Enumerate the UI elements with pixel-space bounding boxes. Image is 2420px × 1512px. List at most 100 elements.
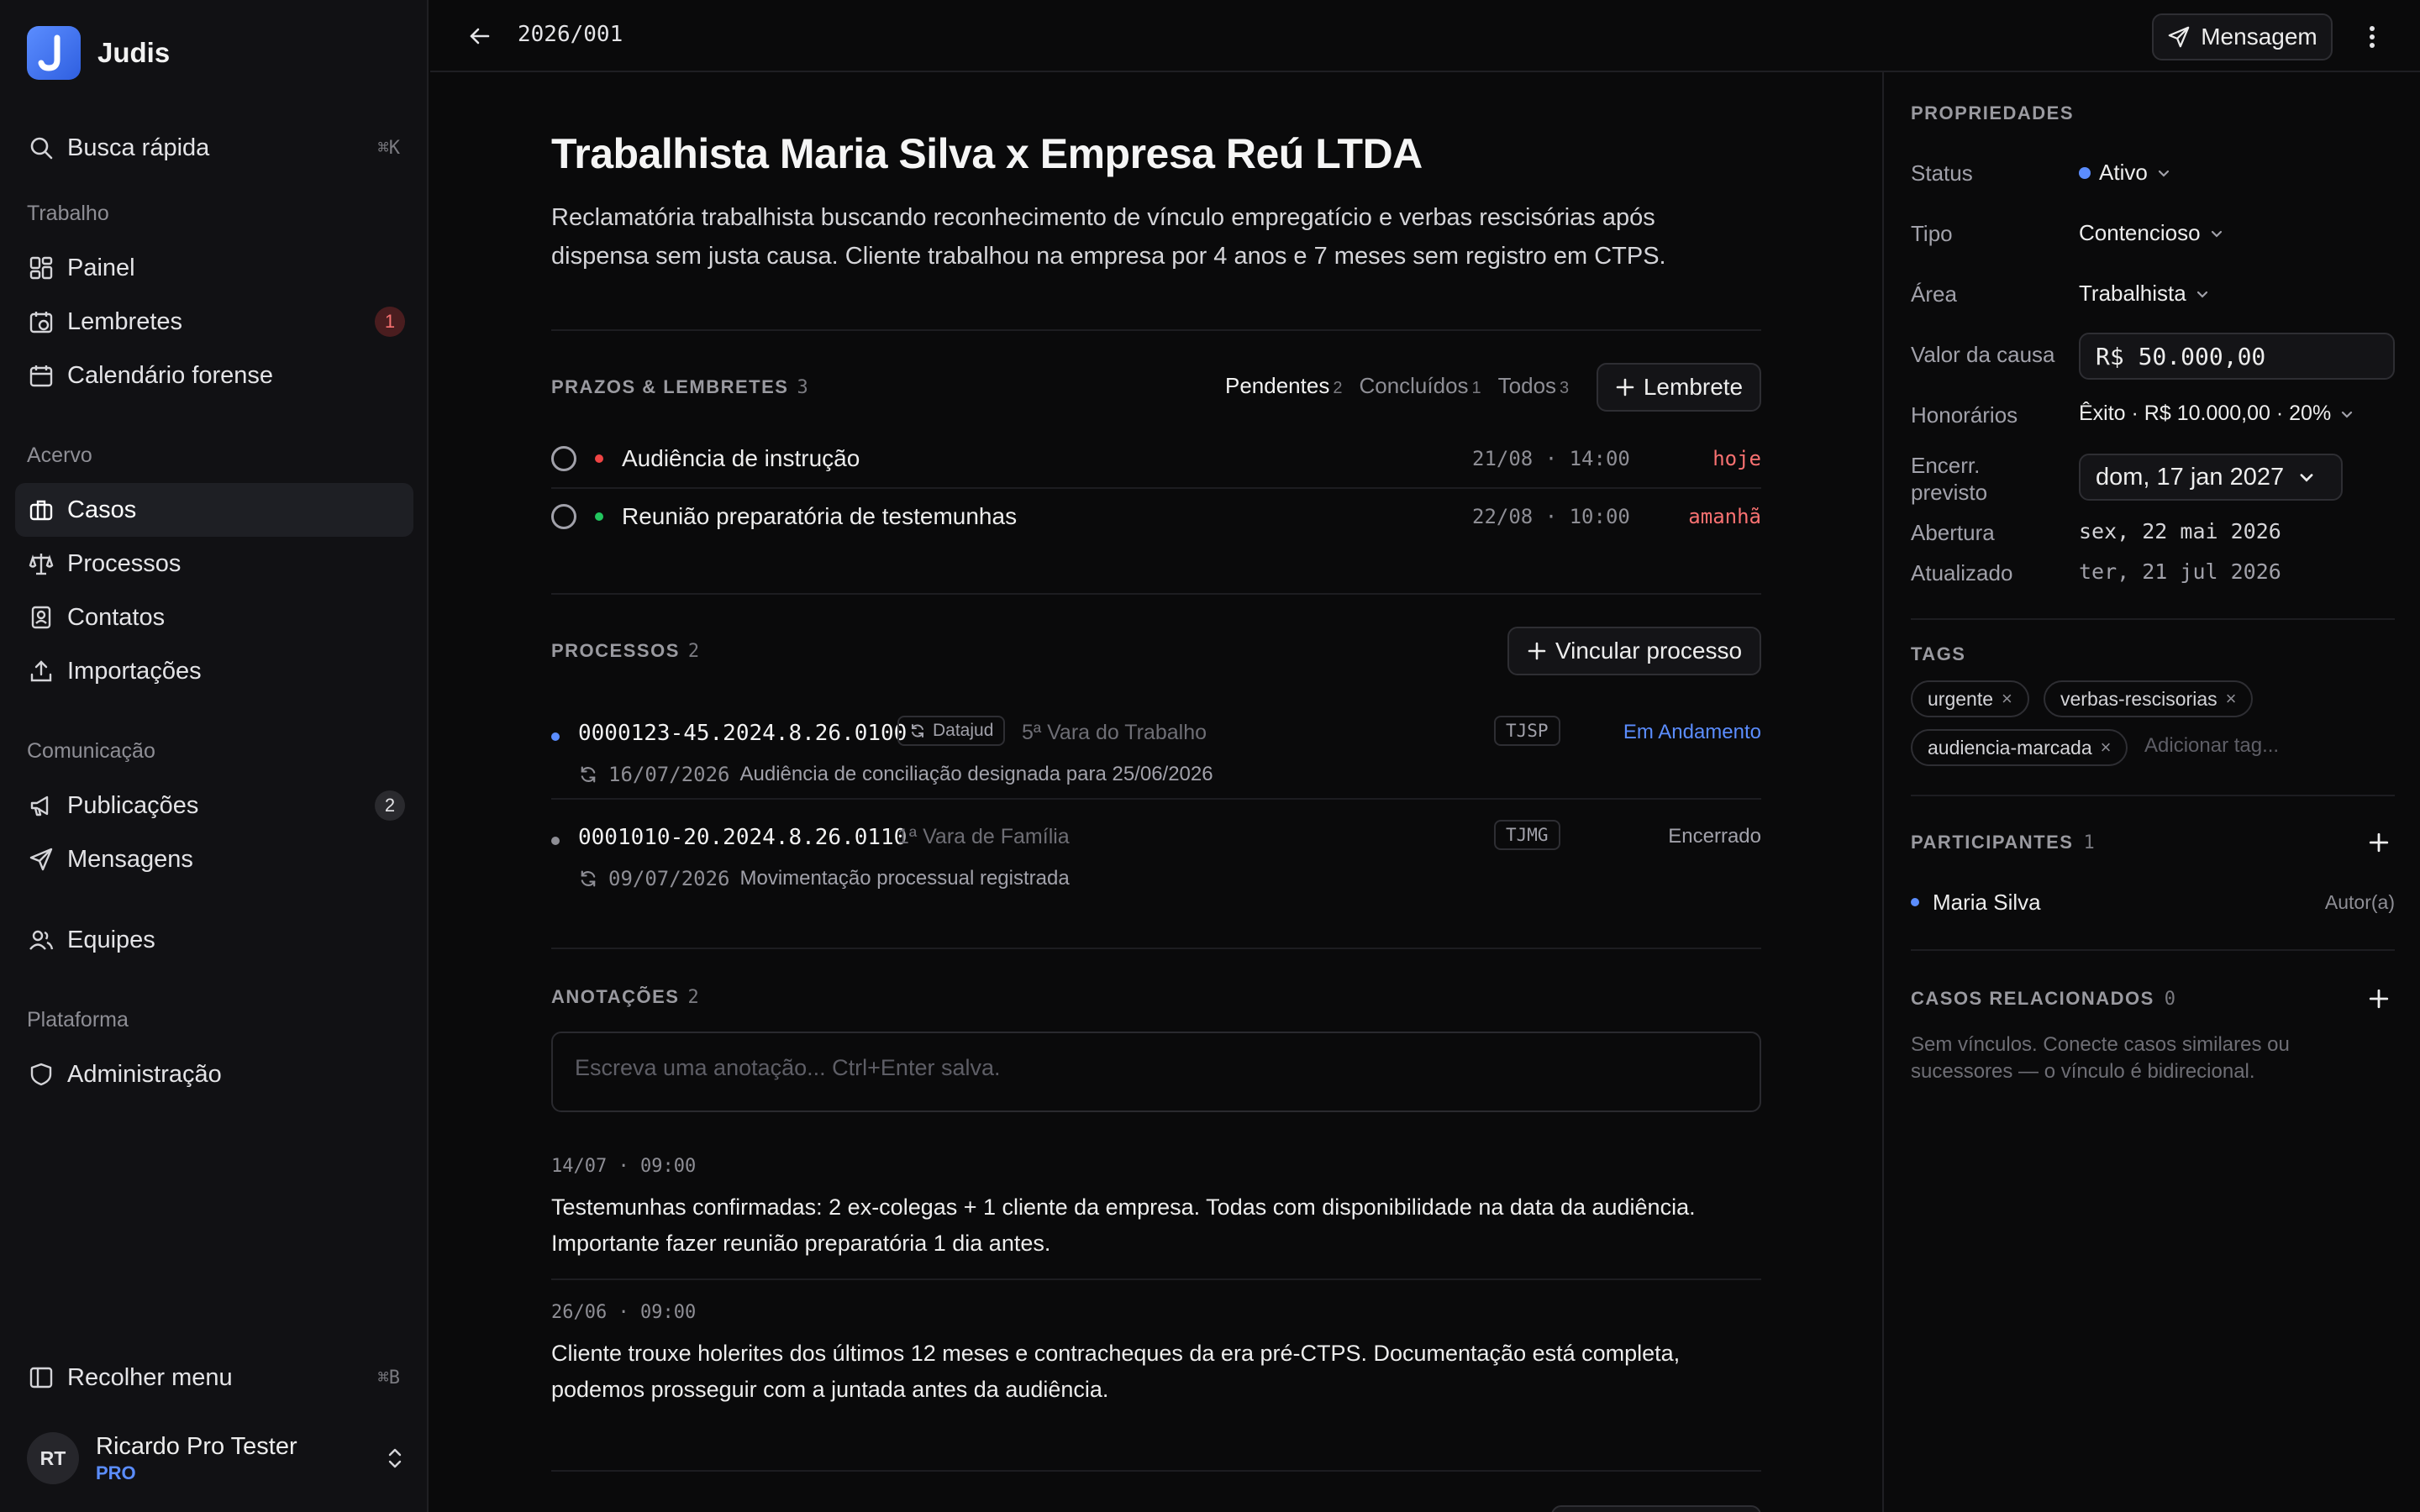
process-status: Em Andamento xyxy=(1623,721,1761,743)
add-related-case-button[interactable] xyxy=(2365,984,2393,1013)
link-process-label: Vincular processo xyxy=(1555,638,1743,664)
lembretes-count-badge: 1 xyxy=(375,307,405,337)
status-label: Status xyxy=(1911,160,1973,186)
participant-row[interactable]: Maria Silva Autor(a) xyxy=(1911,885,2395,919)
sidebar: Judis Busca rápida ⌘K Trabalho Painel Le… xyxy=(0,0,429,1512)
reminders-section-title: PRAZOS & LEMBRETES 3 xyxy=(551,376,809,398)
tribunal-badge: TJSP xyxy=(1494,716,1560,746)
sidebar-item-calendario-forense[interactable]: Calendário forense xyxy=(15,349,413,402)
sidebar-item-label: Processos xyxy=(67,549,182,577)
brand[interactable]: Judis xyxy=(27,26,170,80)
sidebar-item-equipes[interactable]: Equipes xyxy=(15,913,413,967)
notes-count: 2 xyxy=(687,987,701,1008)
sidebar-item-contatos[interactable]: Contatos xyxy=(15,591,413,644)
arrow-left-icon xyxy=(470,28,490,45)
shield-icon xyxy=(27,1060,55,1089)
upload-icon xyxy=(27,657,55,685)
sidebar-toggle-icon xyxy=(27,1363,55,1392)
collapse-menu-button[interactable]: Recolher menu ⌘B xyxy=(15,1351,413,1404)
next-section-button[interactable] xyxy=(1551,1505,1761,1512)
participant-name: Maria Silva xyxy=(1933,889,2041,915)
divider xyxy=(1911,949,2395,951)
divider xyxy=(551,329,1761,331)
sidebar-item-casos[interactable]: Casos xyxy=(15,483,413,537)
sidebar-item-label: Contatos xyxy=(67,603,166,631)
link-process-button[interactable]: Vincular processo xyxy=(1507,627,1761,675)
process-row[interactable]: 0001010-20.2024.8.26.0110 1ª Vara de Fam… xyxy=(551,816,1761,916)
add-participant-button[interactable] xyxy=(2365,828,2393,857)
sync-icon xyxy=(581,766,596,783)
sidebar-item-label: Administração xyxy=(67,1060,222,1088)
section-title-comunicacao: Comunicação xyxy=(27,739,155,763)
processes-section-title: PROCESSOS 2 xyxy=(551,640,701,662)
process-row[interactable]: 0000123-45.2024.8.26.0100 Datajud 5ª Var… xyxy=(551,712,1761,811)
quick-search-label: Busca rápida xyxy=(67,134,210,161)
honorarios-select[interactable]: Êxito · R$ 10.000,00 · 20% xyxy=(2079,402,2354,426)
area-select[interactable]: Trabalhista xyxy=(2079,281,2210,307)
avatar: RT xyxy=(27,1432,79,1484)
process-court: 1ª Vara de Família xyxy=(897,825,1070,848)
add-tag-input[interactable]: Adicionar tag... xyxy=(2144,734,2279,758)
reminder-checkbox[interactable] xyxy=(551,446,576,471)
sidebar-item-lembretes[interactable]: Lembretes 1 xyxy=(15,295,413,349)
quick-search-shortcut: ⌘K xyxy=(377,137,401,159)
processes-count: 2 xyxy=(687,641,701,662)
add-reminder-button[interactable]: Lembrete xyxy=(1597,363,1761,412)
related-label: CASOS RELACIONADOS xyxy=(1911,988,2154,1009)
last-update-text: Movimentação processual registrada xyxy=(739,867,1070,890)
valor-label: Valor da causa xyxy=(1911,342,2055,367)
collapse-menu-shortcut: ⌘B xyxy=(377,1367,401,1389)
plus-icon xyxy=(2369,989,2389,1009)
tipo-select[interactable]: Contencioso xyxy=(2079,220,2224,246)
close-icon[interactable]: × xyxy=(2002,688,2012,710)
close-icon[interactable]: × xyxy=(2226,688,2237,710)
divider xyxy=(551,1470,1761,1472)
participants-count: 1 xyxy=(2083,832,2096,853)
send-icon xyxy=(2168,26,2190,48)
participant-role: Autor(a) xyxy=(2324,890,2395,913)
sidebar-item-label: Casos xyxy=(67,496,137,523)
tag-label: urgente xyxy=(1928,687,1994,710)
sidebar-item-publicacoes[interactable]: Publicações 2 xyxy=(15,779,413,832)
sidebar-item-painel[interactable]: Painel xyxy=(15,241,413,295)
reminder-row[interactable]: Reunião preparatória de testemunhas 22/0… xyxy=(551,488,1761,545)
properties-title: PROPRIEDADES xyxy=(1911,102,2075,123)
status-select[interactable]: Ativo xyxy=(2079,160,2171,186)
sidebar-item-administracao[interactable]: Administração xyxy=(15,1047,413,1101)
more-options-button[interactable] xyxy=(2360,20,2385,54)
filter-pendentes[interactable]: Pendentes 2 xyxy=(1225,373,1342,399)
process-court: 5ª Vara do Trabalho xyxy=(1022,721,1207,744)
area-label: Área xyxy=(1911,281,1957,307)
reminder-checkbox[interactable] xyxy=(551,504,576,529)
sidebar-item-processos[interactable]: Processos xyxy=(15,537,413,591)
reminder-row[interactable]: Audiência de instrução 21/08 · 14:00 hoj… xyxy=(551,430,1761,487)
tag-label: verbas-rescisorias xyxy=(2060,687,2217,710)
reminder-relative: hoje xyxy=(1712,447,1761,470)
note-input[interactable]: Escreva uma anotação... Ctrl+Enter salva… xyxy=(551,1032,1761,1112)
filter-todos[interactable]: Todos 3 xyxy=(1498,373,1570,399)
sidebar-item-importacoes[interactable]: Importações xyxy=(15,644,413,698)
process-status-dot xyxy=(551,732,560,741)
encerramento-label: Encerr. previsto xyxy=(1911,453,1988,505)
encerramento-date-picker[interactable]: dom, 17 jan 2027 xyxy=(2079,454,2343,501)
filter-concluidos[interactable]: Concluídos 1 xyxy=(1359,373,1481,399)
close-icon[interactable]: × xyxy=(2101,737,2112,759)
filter-label: Todos xyxy=(1497,373,1557,398)
last-update-date: 16/07/2026 xyxy=(608,763,730,786)
note-text: Cliente trouxe holerites dos últimos 12 … xyxy=(551,1341,1681,1402)
user-plan-badge: PRO xyxy=(96,1462,136,1483)
user-menu[interactable]: RT Ricardo Pro Tester PRO xyxy=(27,1431,405,1486)
section-title-acervo: Acervo xyxy=(27,444,92,467)
priority-dot xyxy=(595,454,603,463)
quick-search-button[interactable]: Busca rápida ⌘K xyxy=(15,121,413,175)
divider xyxy=(551,593,1761,595)
tribunal-badge: TJMG xyxy=(1494,820,1560,850)
tag-chip: audiencia-marcada × xyxy=(1911,729,2128,766)
sidebar-item-mensagens[interactable]: Mensagens xyxy=(15,832,413,886)
last-update-date: 09/07/2026 xyxy=(608,867,730,890)
send-icon xyxy=(27,845,55,874)
valor-input[interactable]: R$ 50.000,00 xyxy=(2079,333,2395,380)
message-button[interactable]: Mensagem xyxy=(2152,13,2333,60)
back-button[interactable] xyxy=(464,20,496,52)
more-vertical-icon xyxy=(2370,26,2375,48)
